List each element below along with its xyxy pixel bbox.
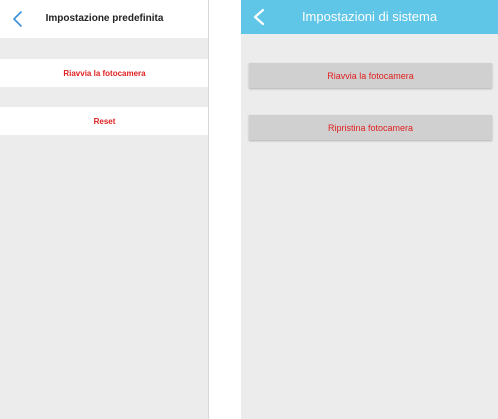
restart-camera-item[interactable]: Riavvia la fotocamera <box>0 59 208 87</box>
left-screen: Impostazione predefinita Riavvia la foto… <box>0 0 209 419</box>
reset-label: Reset <box>93 116 116 126</box>
page-title: Impostazioni di sistema <box>301 9 438 24</box>
restart-camera-label: Riavvia la fotocamera <box>63 68 146 78</box>
right-screen: Impostazioni di sistema Riavvia la fotoc… <box>241 0 498 419</box>
restart-camera-label: Riavvia la fotocamera <box>327 70 414 81</box>
restore-camera-label: Ripristina fotocamera <box>327 122 414 133</box>
reset-item[interactable]: Reset <box>0 107 208 135</box>
right-header: Impostazioni di sistema <box>241 0 498 34</box>
restart-camera-button[interactable]: Riavvia la fotocamera <box>249 63 492 88</box>
restore-camera-button[interactable]: Ripristina fotocamera <box>249 115 492 140</box>
page-title: Impostazione predefinita <box>45 13 164 24</box>
left-header: Impostazione predefinita <box>0 0 208 38</box>
